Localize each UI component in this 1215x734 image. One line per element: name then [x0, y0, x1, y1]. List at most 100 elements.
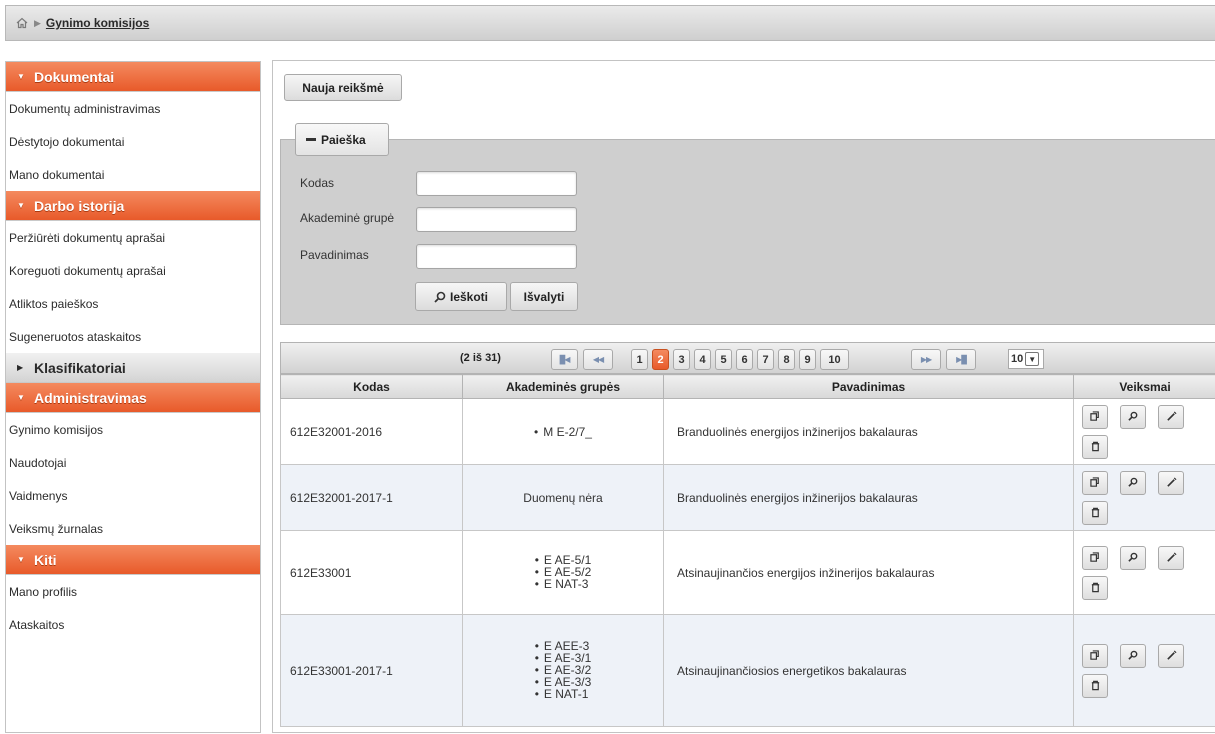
search-button-label: Ieškoti [450, 290, 488, 304]
copy-icon [1090, 650, 1101, 661]
collapse-icon [306, 138, 316, 141]
search-button[interactable]: Ieškoti [415, 282, 507, 311]
sidebar-item[interactable]: Atliktos paieškos [6, 287, 260, 320]
copy-button[interactable] [1082, 644, 1108, 668]
page-button[interactable]: 2 [652, 349, 669, 370]
kodas-input[interactable] [416, 171, 577, 196]
sidebar-section-4[interactable]: ▼ Kiti [6, 545, 260, 575]
cell-groups: M E-2/7_ [463, 399, 664, 465]
chevron-down-icon: ▼ [1025, 352, 1039, 366]
page-button[interactable]: 5 [715, 349, 732, 370]
cell-actions [1074, 399, 1215, 465]
page-button[interactable]: 1 [631, 349, 648, 370]
page-button[interactable]: 4 [694, 349, 711, 370]
home-icon[interactable] [16, 17, 28, 29]
sidebar-section-title: Klasifikatoriai [34, 360, 126, 376]
chevron-down-icon: ▼ [17, 555, 25, 564]
copy-icon [1090, 477, 1101, 488]
view-icon [1128, 477, 1139, 488]
rows-per-page-select[interactable]: 10 ▼ [1008, 349, 1044, 369]
col-header-kodas[interactable]: Kodas [281, 375, 463, 399]
next-page-icon[interactable]: ▶▶ [911, 349, 941, 370]
copy-button[interactable] [1082, 546, 1108, 570]
sidebar-section-3[interactable]: ▼Administravimas [6, 383, 260, 413]
row-actions [1074, 644, 1194, 698]
breadcrumb-separator-icon: ▶ [34, 18, 41, 29]
sidebar-item[interactable]: Vaidmenys [6, 479, 260, 512]
sidebar-item[interactable]: Peržiūrėti dokumentų aprašai [6, 221, 260, 254]
sidebar-item[interactable]: Dėstytojo dokumentai [6, 125, 260, 158]
sidebar-section-1[interactable]: ▼Darbo istorija [6, 191, 260, 221]
delete-button[interactable] [1082, 674, 1108, 698]
cell-actions [1074, 465, 1215, 531]
search-toggle[interactable]: Paieška [295, 123, 389, 156]
view-button[interactable] [1120, 644, 1146, 668]
cell-name: Branduolinės energijos inžinerijos bakal… [664, 399, 1074, 465]
view-icon [1128, 552, 1139, 563]
copy-button[interactable] [1082, 471, 1108, 495]
breadcrumb-current-link[interactable]: Gynimo komisijos [46, 16, 149, 30]
sidebar-item[interactable]: Dokumentų administravimas [6, 92, 260, 125]
edit-icon [1166, 552, 1177, 563]
col-header-name[interactable]: Pavadinimas [664, 375, 1074, 399]
sidebar-item[interactable]: Mano profilis [6, 575, 260, 608]
sidebar-item[interactable]: Veiksmų žurnalas [6, 512, 260, 545]
new-value-button[interactable]: Nauja reikšmė [284, 74, 402, 101]
cell-actions [1074, 615, 1215, 727]
group-list: M E-2/7_ [534, 426, 592, 438]
cell-name: Branduolinės energijos inžinerijos bakal… [664, 465, 1074, 531]
sidebar-section-2[interactable]: ▶ Klasifikatoriai [6, 353, 260, 383]
delete-button[interactable] [1082, 576, 1108, 600]
page-button[interactable]: 3 [673, 349, 690, 370]
sidebar-section-0[interactable]: ▼Dokumentai [6, 62, 260, 92]
copy-button[interactable] [1082, 405, 1108, 429]
view-button[interactable] [1120, 405, 1146, 429]
view-button[interactable] [1120, 546, 1146, 570]
page-button[interactable]: 7 [757, 349, 774, 370]
cell-kodas: 612E33001 [281, 531, 463, 615]
sidebar-item[interactable]: Koreguoti dokumentų aprašai [6, 254, 260, 287]
sidebar-item[interactable]: Naudotojai [6, 446, 260, 479]
sidebar-item[interactable]: Sugeneruotos ataskaitos [6, 320, 260, 353]
sidebar-item[interactable]: Ataskaitos [6, 608, 260, 641]
edit-button[interactable] [1158, 644, 1184, 668]
delete-button[interactable] [1082, 435, 1108, 459]
page-button[interactable]: 8 [778, 349, 795, 370]
delete-button[interactable] [1082, 501, 1108, 525]
cell-groups: Duomenų nėra [463, 465, 664, 531]
first-page-icon[interactable]: █◀ [551, 349, 578, 370]
edit-button[interactable] [1158, 471, 1184, 495]
delete-icon [1090, 441, 1101, 452]
delete-icon [1090, 507, 1101, 518]
view-button[interactable] [1120, 471, 1146, 495]
no-data-text: Duomenų nėra [523, 491, 602, 505]
clear-button[interactable]: Išvalyti [510, 282, 578, 311]
paginator: (2 iš 31) █◀ ◀◀ ▶▶ ▶█ 10 ▼ 12345678910 [280, 342, 1215, 374]
sidebar-section-title: Kiti [34, 552, 57, 568]
page-button[interactable]: 6 [736, 349, 753, 370]
group-list: E AE-5/1E AE-5/2E NAT-3 [535, 554, 592, 590]
row-actions [1074, 405, 1194, 459]
chevron-down-icon: ▼ [17, 72, 25, 81]
cell-groups: E AE-5/1E AE-5/2E NAT-3 [463, 531, 664, 615]
sidebar-item[interactable]: Mano dokumentai [6, 158, 260, 191]
prev-page-icon[interactable]: ◀◀ [583, 349, 613, 370]
kodas-label: Kodas [300, 176, 334, 190]
academic-group-input[interactable] [416, 207, 577, 232]
col-header-groups[interactable]: Akademinės grupės [463, 375, 664, 399]
pavadinimas-label: Pavadinimas [300, 248, 369, 262]
page-button[interactable]: 10 [820, 349, 849, 370]
last-page-icon[interactable]: ▶█ [946, 349, 976, 370]
page-button[interactable]: 9 [799, 349, 816, 370]
table-row: 612E33001-2017-1E AEE-3E AE-3/1E AE-3/2E… [281, 615, 1215, 727]
chevron-right-icon: ▶ [17, 363, 25, 372]
delete-icon [1090, 680, 1101, 691]
sidebar: ▼DokumentaiDokumentų administravimasDėst… [5, 61, 261, 733]
table-row: 612E32001-2017-1Duomenų nėraBranduolinės… [281, 465, 1215, 531]
view-icon [1128, 650, 1139, 661]
edit-button[interactable] [1158, 405, 1184, 429]
sidebar-item[interactable]: Gynimo komisijos [6, 413, 260, 446]
sidebar-section-title: Administravimas [34, 390, 147, 406]
pavadinimas-input[interactable] [416, 244, 577, 269]
edit-button[interactable] [1158, 546, 1184, 570]
